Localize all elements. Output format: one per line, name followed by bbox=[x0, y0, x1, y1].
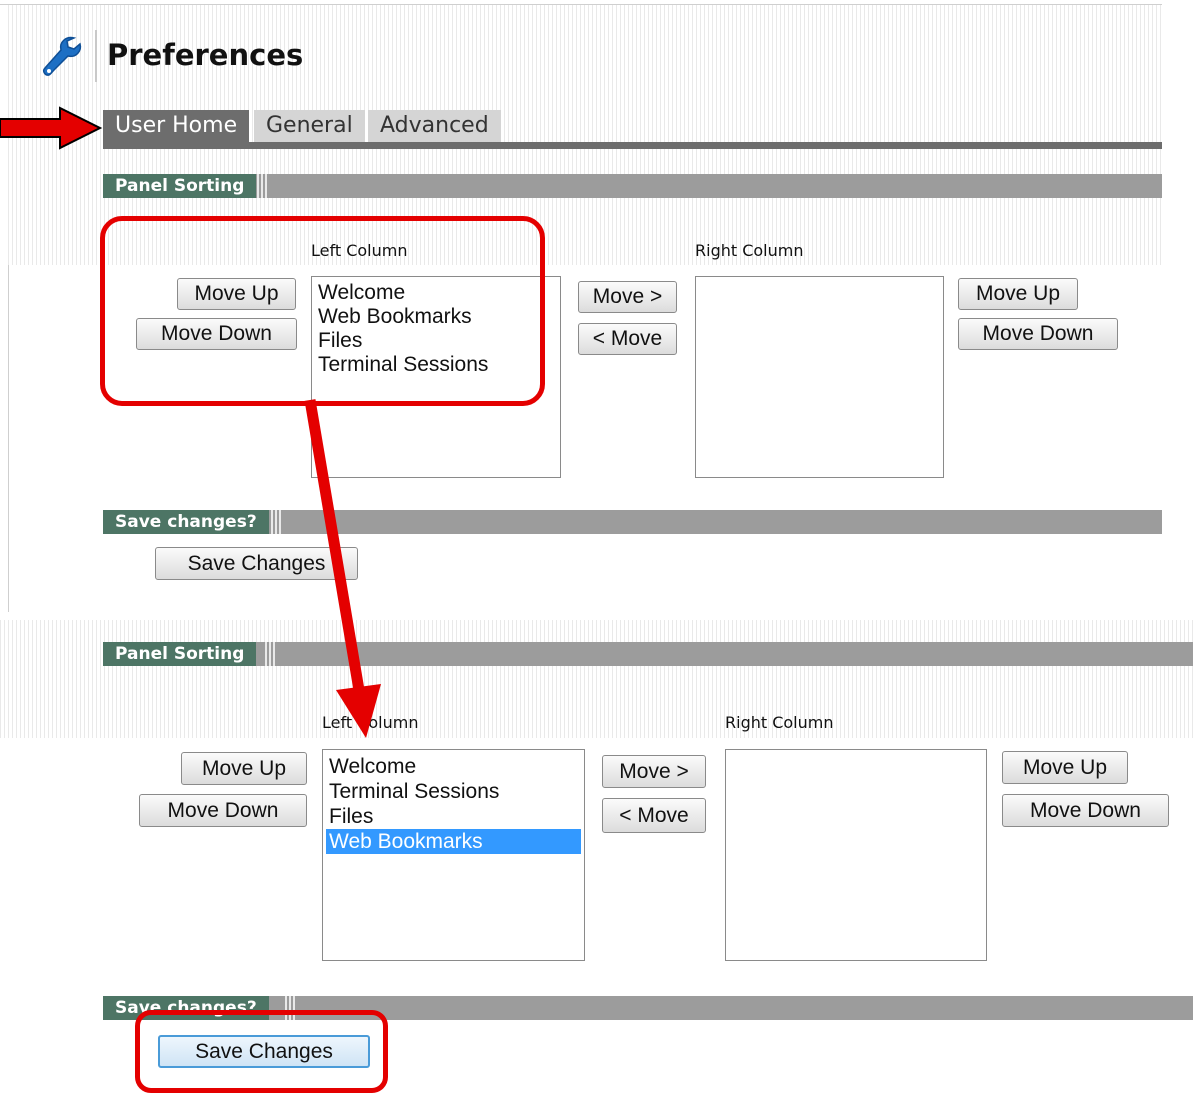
save-changes-header: Save changes? bbox=[103, 510, 269, 534]
move-left-button[interactable]: < Move bbox=[578, 323, 677, 355]
tab-user-home[interactable]: User Home bbox=[103, 110, 250, 142]
right-column-label: Right Column bbox=[725, 713, 834, 732]
move-down-right-button[interactable]: Move Down bbox=[1002, 794, 1169, 827]
tab-advanced[interactable]: Advanced bbox=[368, 110, 501, 142]
after-screenshot-background bbox=[0, 620, 1193, 738]
list-item[interactable]: Files bbox=[329, 804, 578, 829]
tab-general[interactable]: General bbox=[254, 110, 365, 142]
right-column-listbox[interactable] bbox=[725, 749, 987, 961]
list-item[interactable]: Welcome bbox=[329, 754, 578, 779]
section-grip bbox=[271, 510, 283, 534]
red-arrow-icon bbox=[0, 106, 103, 150]
section-grip bbox=[257, 174, 269, 198]
move-left-button[interactable]: < Move bbox=[602, 798, 706, 833]
section-grip bbox=[265, 642, 277, 666]
left-column-highlight bbox=[100, 216, 545, 406]
move-right-button[interactable]: Move > bbox=[578, 281, 677, 313]
title-divider bbox=[95, 30, 97, 82]
panel-sorting-header: Panel Sorting bbox=[103, 642, 257, 666]
move-up-right-button[interactable]: Move Up bbox=[958, 278, 1078, 310]
red-arrow-icon bbox=[304, 399, 381, 738]
right-column-label: Right Column bbox=[695, 241, 804, 260]
move-down-left-button[interactable]: Move Down bbox=[139, 794, 307, 827]
panel-sorting-header: Panel Sorting bbox=[103, 174, 257, 198]
tab-rule bbox=[103, 142, 1162, 149]
wrench-icon bbox=[43, 36, 82, 76]
save-button-highlight bbox=[135, 1010, 388, 1093]
page-title: Preferences bbox=[107, 38, 304, 72]
left-column-listbox[interactable]: Welcome Terminal Sessions Files Web Book… bbox=[322, 749, 585, 961]
move-down-right-button[interactable]: Move Down bbox=[958, 318, 1118, 350]
move-right-button[interactable]: Move > bbox=[602, 755, 706, 788]
right-column-listbox[interactable] bbox=[695, 276, 944, 478]
list-item-selected[interactable]: Web Bookmarks bbox=[326, 829, 581, 854]
move-up-left-button[interactable]: Move Up bbox=[181, 752, 307, 785]
move-up-right-button[interactable]: Move Up bbox=[1002, 751, 1128, 784]
list-item[interactable]: Terminal Sessions bbox=[329, 779, 578, 804]
